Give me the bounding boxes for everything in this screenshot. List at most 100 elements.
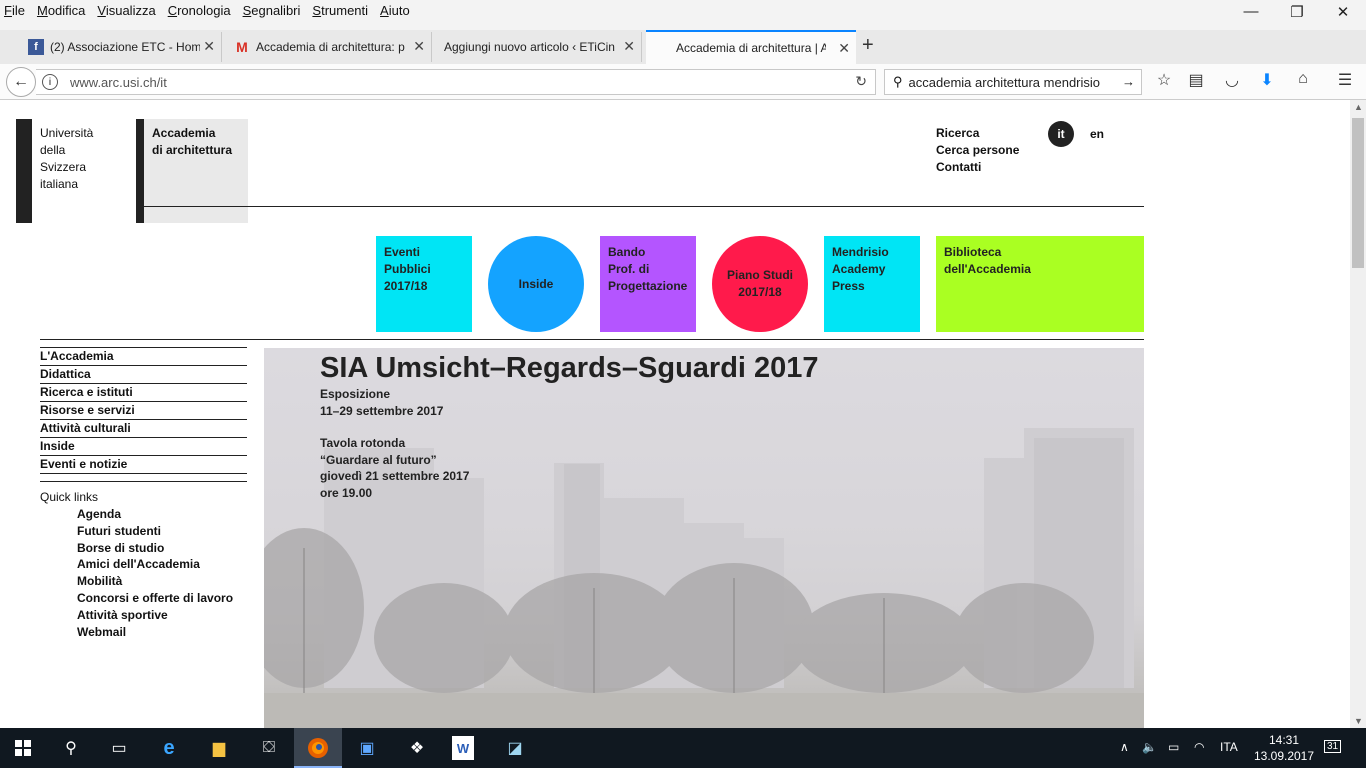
gmail-icon: M <box>236 39 248 55</box>
restore-icon[interactable]: ❐ <box>1282 3 1312 21</box>
sidenav-item-attivita[interactable]: Attività culturali <box>40 419 247 437</box>
sidenav-item-eventi[interactable]: Eventi e notizie <box>40 455 247 474</box>
windows-start-icon[interactable] <box>10 736 36 760</box>
quick-link-agenda[interactable]: Agenda <box>77 506 233 523</box>
volume-icon[interactable]: 🔈 <box>1142 740 1157 754</box>
tiles-divider <box>40 339 1144 340</box>
tile-label: Biblioteca <box>944 245 1002 259</box>
home-icon[interactable]: ⌂ <box>1291 70 1315 88</box>
hero-title: SIA Umsicht–Regards–Sguardi 2017 <box>320 352 819 384</box>
wifi-icon[interactable]: ◠ <box>1194 740 1204 754</box>
language-it-button[interactable]: it <box>1048 121 1074 147</box>
scroll-up-icon[interactable]: ▲ <box>1354 102 1363 112</box>
arc-line: Accademia <box>152 126 216 140</box>
header-divider <box>136 206 1144 207</box>
menu-file[interactable]: File <box>4 3 25 18</box>
tile-biblioteca[interactable]: Biblioteca dell'Accademia <box>936 236 1144 332</box>
accademia-logo-text: Accademia di architettura <box>152 125 242 159</box>
close-window-icon[interactable]: ✕ <box>1328 3 1358 21</box>
control-panel-icon[interactable]: ▣ <box>354 736 380 760</box>
menu-strumenti[interactable]: Strumenti <box>312 3 368 18</box>
menu-modifica[interactable]: Modifica <box>37 3 85 18</box>
arc-line: di architettura <box>152 143 233 157</box>
close-tab-icon[interactable]: ✕ <box>413 38 425 55</box>
new-tab-icon[interactable]: + <box>862 34 874 57</box>
menu-cronologia[interactable]: Cronologia <box>168 3 231 18</box>
quick-link-mobilita[interactable]: Mobilità <box>77 573 233 590</box>
search-icon[interactable]: ⚲ <box>58 736 84 760</box>
scroll-down-icon[interactable]: ▼ <box>1354 716 1363 726</box>
reload-icon[interactable]: ↻ <box>855 73 867 90</box>
url-bar[interactable]: i www.arc.usi.ch/it ↻ <box>36 69 876 95</box>
back-button[interactable]: ← <box>6 67 36 97</box>
back-arrow-icon: ← <box>13 73 29 90</box>
file-explorer-icon[interactable]: ▆ <box>206 736 232 760</box>
logo-bar <box>16 119 32 223</box>
hero-details: Esposizione 11–29 settembre 2017 Tavola … <box>320 386 469 502</box>
menu-aiuto[interactable]: Aiuto <box>380 3 410 18</box>
tile-label: Piano Studi <box>727 268 793 282</box>
tab-facebook[interactable]: f (2) Associazione ETC - Home ✕ <box>20 32 222 62</box>
clock[interactable]: 14:31 13.09.2017 <box>1252 732 1316 764</box>
search-input[interactable] <box>908 74 1119 90</box>
tile-inside[interactable]: Inside <box>488 236 584 332</box>
quick-link-amici[interactable]: Amici dell'Accademia <box>77 556 233 573</box>
tab-gmail[interactable]: M Accademia di architettura: p ✕ <box>226 32 432 62</box>
task-view-icon[interactable]: ▭ <box>106 736 132 760</box>
language-en-button[interactable]: en <box>1090 127 1104 141</box>
hero-banner[interactable]: SIA Umsicht–Regards–Sguardi 2017 Esposiz… <box>264 348 1144 728</box>
store-icon[interactable]: ⛋ <box>256 736 282 760</box>
url-text: www.arc.usi.ch/it <box>70 74 167 90</box>
tab-active[interactable]: Accademia di architettura | A ✕ <box>646 30 856 64</box>
link-ricerca[interactable]: Ricerca <box>936 125 1019 142</box>
quick-link-borse[interactable]: Borse di studio <box>77 540 233 557</box>
download-icon[interactable]: ⬇ <box>1255 70 1279 90</box>
language-indicator[interactable]: ITA <box>1220 740 1238 754</box>
search-go-icon[interactable]: → <box>1122 74 1135 89</box>
show-hidden-icons[interactable]: ∧ <box>1120 740 1129 754</box>
quick-link-concorsi[interactable]: Concorsi e offerte di lavoro <box>77 590 233 607</box>
word-icon[interactable]: W <box>452 736 474 760</box>
bookmark-star-icon[interactable]: ☆ <box>1152 70 1176 90</box>
reader-list-icon[interactable]: ▤ <box>1184 70 1208 90</box>
link-contatti[interactable]: Contatti <box>936 159 1019 176</box>
sidenav-item-ricerca[interactable]: Ricerca e istituti <box>40 383 247 401</box>
quick-link-webmail[interactable]: Webmail <box>77 624 233 641</box>
firefox-icon[interactable] <box>305 736 331 760</box>
battery-icon[interactable]: ▭ <box>1168 740 1179 754</box>
quick-link-sport[interactable]: Attività sportive <box>77 607 233 624</box>
close-tab-icon[interactable]: ✕ <box>838 40 850 57</box>
close-tab-icon[interactable]: ✕ <box>203 38 215 55</box>
usi-logo[interactable]: Università della Svizzera italiana <box>16 119 126 223</box>
dropbox-icon[interactable]: ❖ <box>404 736 430 760</box>
info-icon[interactable]: i <box>42 74 58 90</box>
link-cerca-persone[interactable]: Cerca persone <box>936 142 1019 159</box>
close-tab-icon[interactable]: ✕ <box>623 38 635 55</box>
sidenav-item-inside[interactable]: Inside <box>40 437 247 455</box>
pocket-icon[interactable]: ◡ <box>1220 70 1244 90</box>
tile-label: Prof. di <box>608 262 650 276</box>
app-icon[interactable]: ◪ <box>502 736 528 760</box>
tile-eventi-pubblici[interactable]: Eventi Pubblici 2017/18 <box>376 236 472 332</box>
tile-label: Academy <box>832 262 886 276</box>
sidenav-item-accademia[interactable]: L'Accademia <box>40 347 247 365</box>
notification-icon[interactable]: 31 <box>1324 738 1342 753</box>
quick-link-futuri-studenti[interactable]: Futuri studenti <box>77 523 233 540</box>
hamburger-menu-icon[interactable]: ☰ <box>1333 70 1357 90</box>
tab-bar: f (2) Associazione ETC - Home ✕ M Accade… <box>0 30 1366 64</box>
sidenav-item-risorse[interactable]: Risorse e servizi <box>40 401 247 419</box>
tile-bando[interactable]: Bando Prof. di Progettazione <box>600 236 696 332</box>
sidenav-item-didattica[interactable]: Didattica <box>40 365 247 383</box>
tile-label: Pubblici <box>384 262 431 276</box>
accademia-logo[interactable]: Accademia di architettura <box>136 119 248 223</box>
edge-icon[interactable]: e <box>156 736 182 760</box>
menu-segnalibri[interactable]: Segnalibri <box>243 3 301 18</box>
menu-visualizza[interactable]: Visualizza <box>97 3 155 18</box>
tab-wordpress[interactable]: Aggiungi nuovo articolo ‹ ETiCin ✕ <box>436 32 642 62</box>
tile-piano-studi[interactable]: Piano Studi 2017/18 <box>712 236 808 332</box>
tile-mendrisio-press[interactable]: Mendrisio Academy Press <box>824 236 920 332</box>
minimize-icon[interactable]: — <box>1236 3 1266 20</box>
page-scrollbar[interactable]: ▲ ▼ <box>1350 100 1366 728</box>
scrollbar-thumb[interactable] <box>1352 118 1364 268</box>
search-bar[interactable]: ⚲ → <box>884 69 1142 95</box>
